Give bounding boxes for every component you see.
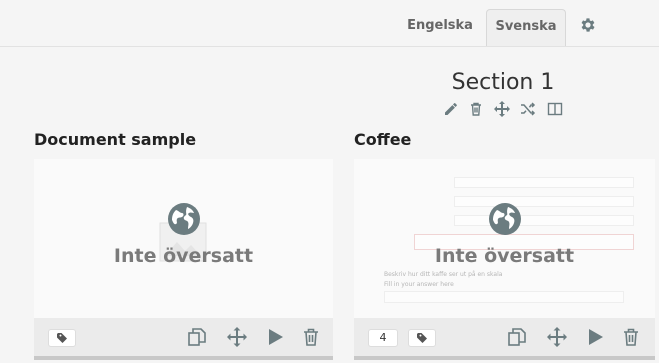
tag-button[interactable] <box>408 329 436 347</box>
preview-editor-toolbar <box>384 291 624 303</box>
preview-answer: Fill in your answer here <box>384 281 454 288</box>
card-preview[interactable]: Beskriv hur ditt kaffe ser ut på en skal… <box>354 159 655 318</box>
card-footer: 4 <box>354 318 655 360</box>
shuffle-icon[interactable] <box>520 101 536 117</box>
tag-icon <box>57 333 67 343</box>
play-icon[interactable] <box>265 327 285 347</box>
globe-icon <box>488 203 521 235</box>
count-badge[interactable]: 4 <box>368 329 398 347</box>
move-icon[interactable] <box>227 327 247 347</box>
gear-icon[interactable] <box>579 16 597 34</box>
top-bar: Engelska Svenska <box>0 0 659 47</box>
not-translated-label: Inte översatt <box>434 245 575 267</box>
content-card[interactable]: Beskriv hur ditt kaffe ser ut på en skal… <box>354 159 655 360</box>
copy-icon[interactable] <box>187 327 207 347</box>
card-preview[interactable]: Inte översatt <box>34 159 333 318</box>
columns-icon[interactable] <box>547 101 563 117</box>
tag-icon <box>417 333 427 343</box>
trash-icon[interactable] <box>621 327 641 347</box>
content-card[interactable]: Inte översatt <box>34 159 333 360</box>
tag-button[interactable] <box>48 329 76 347</box>
language-tab-swedish[interactable]: Svenska <box>486 9 566 46</box>
move-icon[interactable] <box>547 327 567 347</box>
language-tab-english[interactable]: Engelska <box>401 9 479 43</box>
preview-question: Beskriv hur ditt kaffe ser ut på en skal… <box>384 271 503 278</box>
pencil-icon[interactable] <box>443 101 459 117</box>
section-title: Section 1 <box>451 70 555 95</box>
globe-icon <box>167 203 200 235</box>
card-footer <box>34 318 333 360</box>
move-icon[interactable] <box>494 101 510 117</box>
trash-icon[interactable] <box>468 101 484 117</box>
not-translated-label: Inte översatt <box>113 245 254 267</box>
card-title: Coffee <box>354 130 412 149</box>
play-icon[interactable] <box>585 327 605 347</box>
card-title: Document sample <box>34 130 197 149</box>
trash-icon[interactable] <box>301 327 321 347</box>
copy-icon[interactable] <box>507 327 527 347</box>
